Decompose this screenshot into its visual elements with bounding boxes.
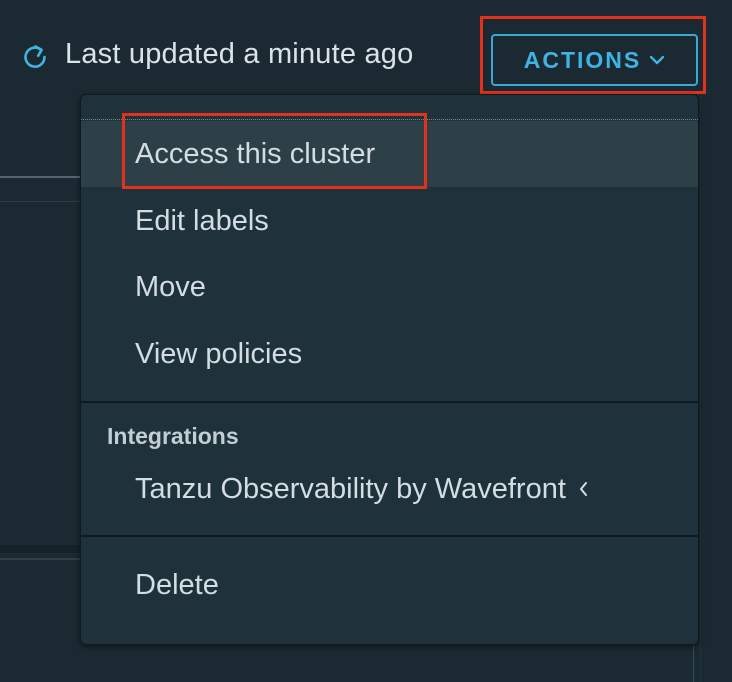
menu-item-view-policies[interactable]: View policies — [81, 321, 698, 387]
menu-item-label: Tanzu Observability by Wavefront — [135, 472, 566, 505]
menu-item-label: View policies — [135, 337, 303, 370]
menu-item-label: Move — [135, 270, 206, 303]
menu-item-label: Delete — [135, 568, 219, 601]
menu-divider — [81, 535, 698, 537]
menu-item-edit-labels[interactable]: Edit labels — [81, 188, 698, 254]
menu-divider — [81, 401, 698, 403]
page-canvas: Last updated a minute ago ACTIONS Access… — [0, 0, 732, 682]
menu-item-move[interactable]: Move — [81, 254, 698, 320]
chevron-left-icon — [578, 481, 588, 497]
refresh-icon[interactable] — [18, 40, 52, 74]
background-divider — [693, 640, 694, 682]
access-cluster-highlight-box — [122, 113, 427, 189]
menu-item-tanzu-observability[interactable]: Tanzu Observability by Wavefront — [81, 456, 698, 522]
background-divider — [0, 201, 90, 202]
actions-highlight-box — [480, 16, 706, 94]
menu-item-label: Edit labels — [135, 204, 269, 237]
last-updated-text: Last updated a minute ago — [65, 38, 414, 70]
background-divider — [0, 558, 90, 560]
background-divider — [0, 176, 90, 178]
menu-item-delete[interactable]: Delete — [81, 552, 698, 618]
background-divider — [700, 96, 701, 682]
background-bar — [0, 545, 90, 553]
integrations-section-header: Integrations — [107, 423, 239, 449]
